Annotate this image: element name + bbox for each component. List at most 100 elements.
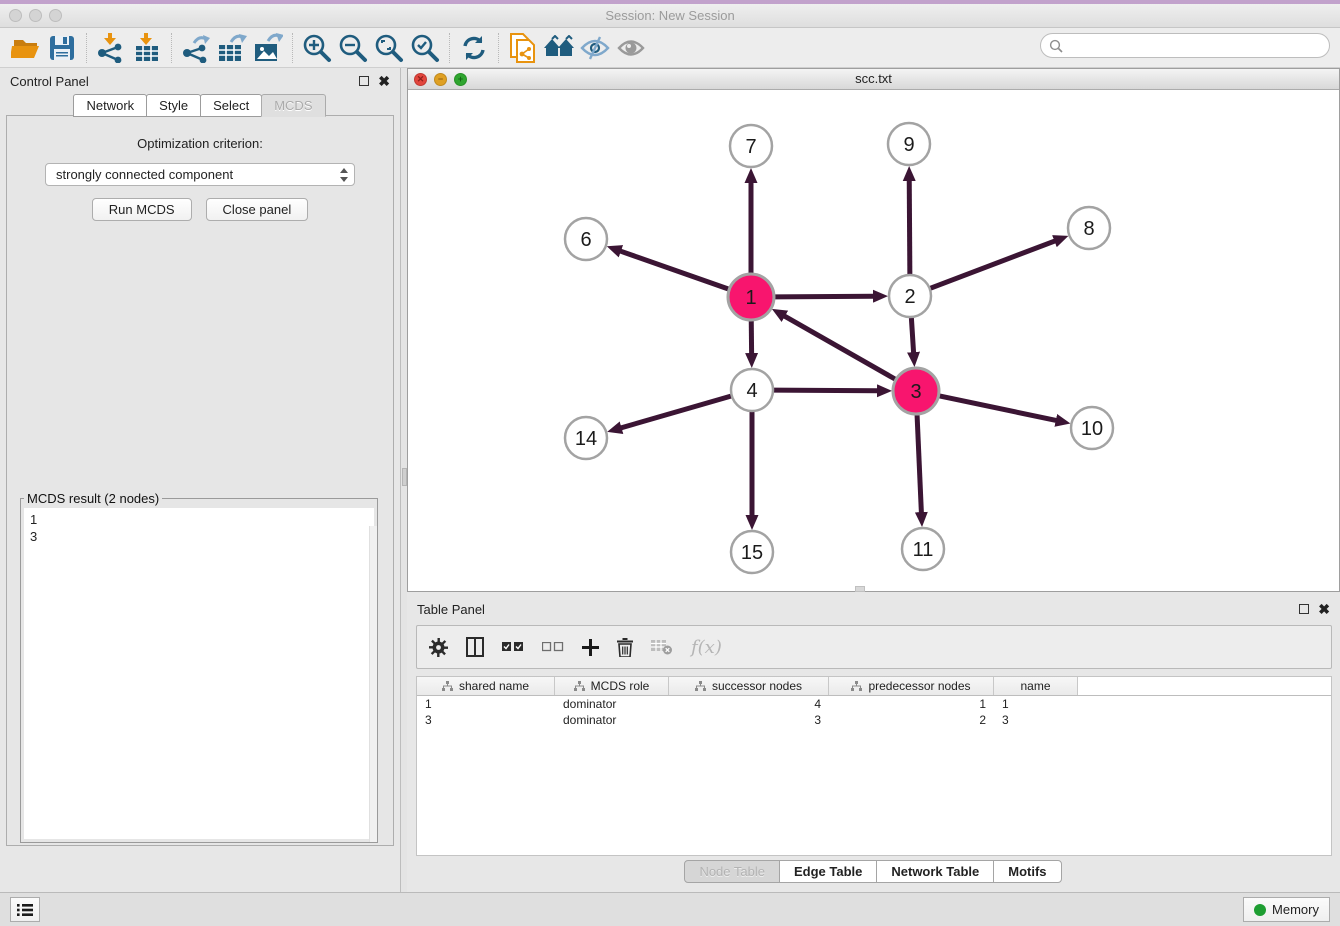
column-header-shared-name[interactable]: shared name	[417, 677, 555, 695]
optimization-value: strongly connected component	[56, 167, 338, 182]
run-mcds-button[interactable]: Run MCDS	[92, 198, 192, 221]
task-history-button[interactable]	[10, 897, 40, 922]
node-label: 7	[745, 136, 756, 158]
save-icon	[48, 34, 76, 62]
show-column-button[interactable]	[466, 637, 484, 657]
open-folder-icon	[11, 34, 41, 62]
cell-predecessor-nodes[interactable]: 1	[829, 697, 994, 711]
edge-1-6[interactable]	[620, 251, 728, 289]
export-table-button[interactable]	[214, 31, 250, 65]
column-header-successor-nodes[interactable]: successor nodes	[669, 677, 829, 695]
cell-name[interactable]: 3	[994, 713, 1078, 727]
close-panel-button[interactable]: Close panel	[206, 198, 309, 221]
vertical-splitter[interactable]	[400, 68, 407, 892]
network-title: scc.txt	[408, 69, 1339, 89]
tab-node-table[interactable]: Node Table	[684, 860, 780, 883]
cell-successor-nodes[interactable]: 3	[669, 713, 829, 727]
function-builder-button[interactable]: f(x)	[691, 637, 722, 658]
edge-2-8[interactable]	[931, 241, 1056, 288]
memory-button[interactable]: Memory	[1243, 897, 1330, 922]
edge-2-3[interactable]	[911, 318, 913, 353]
import-table-button[interactable]	[129, 31, 165, 65]
refresh-layout-button[interactable]	[456, 31, 492, 65]
cell-mcds-role[interactable]: dominator	[555, 697, 669, 711]
node-label: 2	[904, 286, 915, 308]
export-image-button[interactable]	[250, 31, 286, 65]
zoom-in-button[interactable]	[299, 31, 335, 65]
toolbar-separator	[171, 33, 172, 63]
open-file-button[interactable]	[8, 31, 44, 65]
close-table-panel-icon[interactable]: ✖	[1318, 604, 1330, 614]
edge-3-1[interactable]	[784, 316, 895, 379]
network-resize-grip[interactable]	[855, 586, 865, 592]
select-all-columns-button[interactable]	[502, 642, 524, 652]
zoom-out-icon	[338, 33, 368, 63]
delete-table-icon	[651, 639, 673, 655]
tab-mcds[interactable]: MCDS	[261, 94, 325, 117]
table-settings-button[interactable]	[429, 638, 448, 657]
export-network-button[interactable]	[178, 31, 214, 65]
search-input[interactable]	[1063, 36, 1329, 56]
birds-eye-view-button[interactable]	[613, 31, 649, 65]
tab-select[interactable]: Select	[200, 94, 262, 117]
column-header-mcds-role[interactable]: MCDS role	[555, 677, 669, 695]
cell-mcds-role[interactable]: dominator	[555, 713, 669, 727]
table-body: 1dominator4113dominator323	[417, 696, 1331, 728]
optimization-select[interactable]: strongly connected component	[45, 163, 355, 186]
cell-predecessor-nodes[interactable]: 2	[829, 713, 994, 727]
network-maximize-button[interactable]: +	[454, 73, 467, 86]
edge-3-11[interactable]	[917, 415, 921, 513]
toolbar-separator	[449, 33, 450, 63]
home-button[interactable]	[541, 31, 577, 65]
column-header-name[interactable]: name	[994, 677, 1078, 695]
network-canvas[interactable]: 7968124314101511	[408, 90, 1339, 591]
cell-name[interactable]: 1	[994, 697, 1078, 711]
close-panel-icon[interactable]: ✖	[378, 76, 390, 86]
float-panel-icon[interactable]	[359, 76, 369, 86]
tab-network-table[interactable]: Network Table	[876, 860, 994, 883]
memory-status-dot	[1254, 904, 1266, 916]
node-label: 6	[580, 229, 591, 251]
result-scrollbar[interactable]	[369, 526, 377, 842]
status-bar: Memory	[0, 892, 1340, 926]
network-minimize-button[interactable]: −	[434, 73, 447, 86]
cell-shared-name[interactable]: 3	[417, 713, 555, 727]
edge-4-14[interactable]	[621, 396, 731, 428]
node-table: shared nameMCDS rolesuccessor nodesprede…	[416, 676, 1332, 856]
node-label: 15	[741, 542, 763, 564]
import-table-icon	[133, 33, 161, 63]
deselect-all-columns-button[interactable]	[542, 642, 564, 652]
table-row[interactable]: 1dominator411	[417, 696, 1331, 712]
toolbar-separator	[498, 33, 499, 63]
import-network-button[interactable]	[93, 31, 129, 65]
tab-network[interactable]: Network	[73, 94, 147, 117]
edge-2-9[interactable]	[909, 180, 910, 274]
clone-network-button[interactable]	[505, 31, 541, 65]
zoom-selected-button[interactable]	[407, 31, 443, 65]
edge-1-2[interactable]	[775, 296, 874, 297]
tab-style[interactable]: Style	[146, 94, 201, 117]
zoom-out-button[interactable]	[335, 31, 371, 65]
mcds-result-title: MCDS result (2 nodes)	[24, 491, 162, 506]
zoom-in-icon	[302, 33, 332, 63]
tab-motifs[interactable]: Motifs	[993, 860, 1061, 883]
delete-table-button[interactable]	[651, 639, 673, 655]
cell-successor-nodes[interactable]: 4	[669, 697, 829, 711]
hide-details-button[interactable]	[577, 31, 613, 65]
save-session-button[interactable]	[44, 31, 80, 65]
tab-edge-table[interactable]: Edge Table	[779, 860, 877, 883]
cell-shared-name[interactable]: 1	[417, 697, 555, 711]
column-header-predecessor-nodes[interactable]: predecessor nodes	[829, 677, 994, 695]
zoom-fit-button[interactable]	[371, 31, 407, 65]
node-label: 8	[1083, 218, 1094, 240]
edge-4-3[interactable]	[774, 390, 878, 391]
edge-3-10[interactable]	[939, 396, 1056, 421]
search-box[interactable]	[1040, 33, 1330, 58]
network-close-button[interactable]: ✕	[414, 73, 427, 86]
node-label: 3	[910, 381, 921, 403]
table-row[interactable]: 3dominator323	[417, 712, 1331, 728]
mcds-result-line: 3	[30, 528, 368, 545]
delete-column-button[interactable]	[617, 638, 633, 657]
add-column-button[interactable]	[582, 639, 599, 656]
float-table-panel-icon[interactable]	[1299, 604, 1309, 614]
